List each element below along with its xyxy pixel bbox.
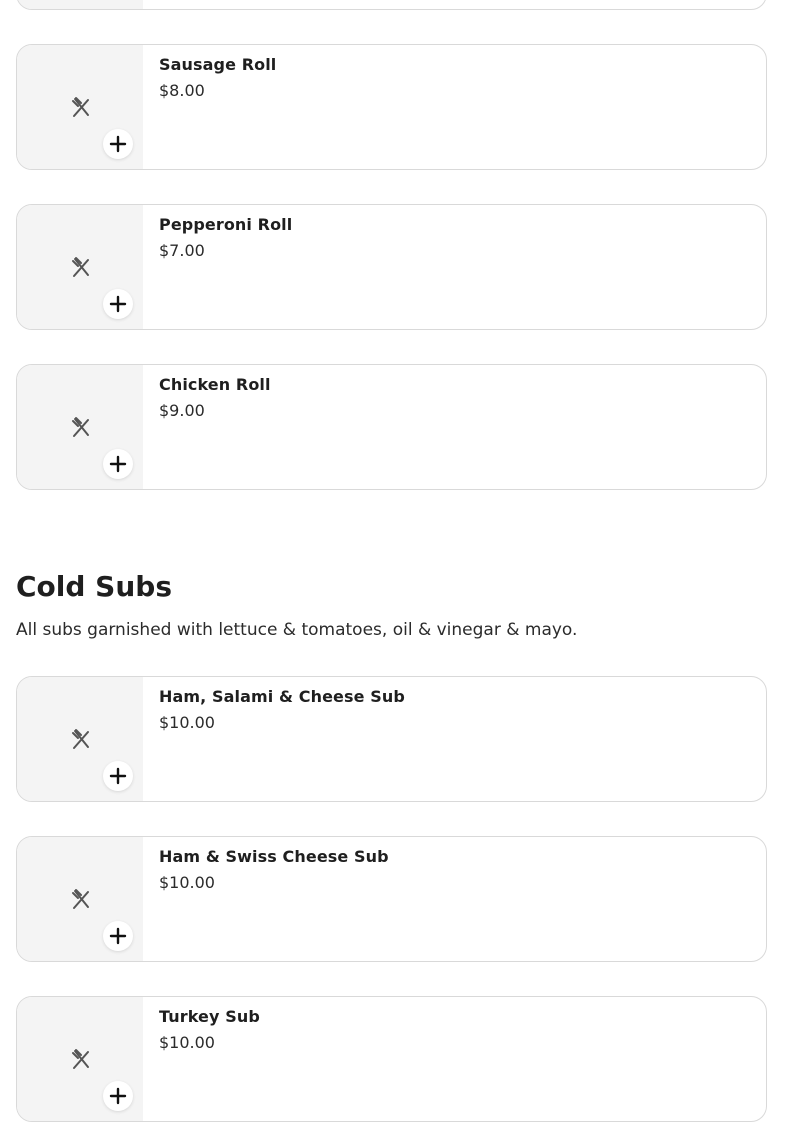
item-price: $10.00 <box>159 713 215 732</box>
item-name: Chicken Roll <box>159 375 271 394</box>
item-price: $9.00 <box>159 401 205 420</box>
fork-knife-icon <box>72 257 89 277</box>
item-name: Ham, Salami & Cheese Sub <box>159 687 405 706</box>
menu-item-card[interactable]: Ham & Swiss Cheese Sub $10.00 <box>16 836 767 962</box>
section-title: Cold Subs <box>16 570 172 603</box>
fork-knife-icon <box>72 417 89 437</box>
item-thumbnail <box>17 837 143 961</box>
fork-knife-icon <box>72 1049 89 1069</box>
item-thumbnail <box>17 45 143 169</box>
add-item-button[interactable] <box>103 761 133 791</box>
plus-icon <box>109 927 127 945</box>
item-price: $10.00 <box>159 873 215 892</box>
section-description: All subs garnished with lettuce & tomato… <box>16 620 578 640</box>
item-price: $8.00 <box>159 81 205 100</box>
item-thumbnail <box>17 997 143 1121</box>
item-thumbnail <box>17 205 143 329</box>
item-name: Turkey Sub <box>159 1007 260 1026</box>
item-thumbnail <box>17 365 143 489</box>
item-name: Pepperoni Roll <box>159 215 293 234</box>
menu-item-card[interactable]: Turkey Sub $10.00 <box>16 996 767 1122</box>
plus-icon <box>109 1087 127 1105</box>
fork-knife-icon <box>72 889 89 909</box>
fork-knife-icon <box>72 729 89 749</box>
add-item-button[interactable] <box>103 921 133 951</box>
add-item-button[interactable] <box>103 289 133 319</box>
item-name: Ham & Swiss Cheese Sub <box>159 847 389 866</box>
add-item-button[interactable] <box>103 129 133 159</box>
menu-item-card[interactable] <box>16 0 767 10</box>
fork-knife-icon <box>72 97 89 117</box>
plus-icon <box>109 455 127 473</box>
item-price: $10.00 <box>159 1033 215 1052</box>
add-item-button[interactable] <box>103 1081 133 1111</box>
plus-icon <box>109 295 127 313</box>
menu-item-card[interactable]: Chicken Roll $9.00 <box>16 364 767 490</box>
item-thumbnail <box>17 677 143 801</box>
menu-item-card[interactable]: Pepperoni Roll $7.00 <box>16 204 767 330</box>
item-thumbnail <box>17 0 143 9</box>
item-name: Sausage Roll <box>159 55 277 74</box>
menu-item-card[interactable]: Ham, Salami & Cheese Sub $10.00 <box>16 676 767 802</box>
item-price: $7.00 <box>159 241 205 260</box>
menu-item-card[interactable]: Sausage Roll $8.00 <box>16 44 767 170</box>
plus-icon <box>109 767 127 785</box>
plus-icon <box>109 135 127 153</box>
add-item-button[interactable] <box>103 449 133 479</box>
